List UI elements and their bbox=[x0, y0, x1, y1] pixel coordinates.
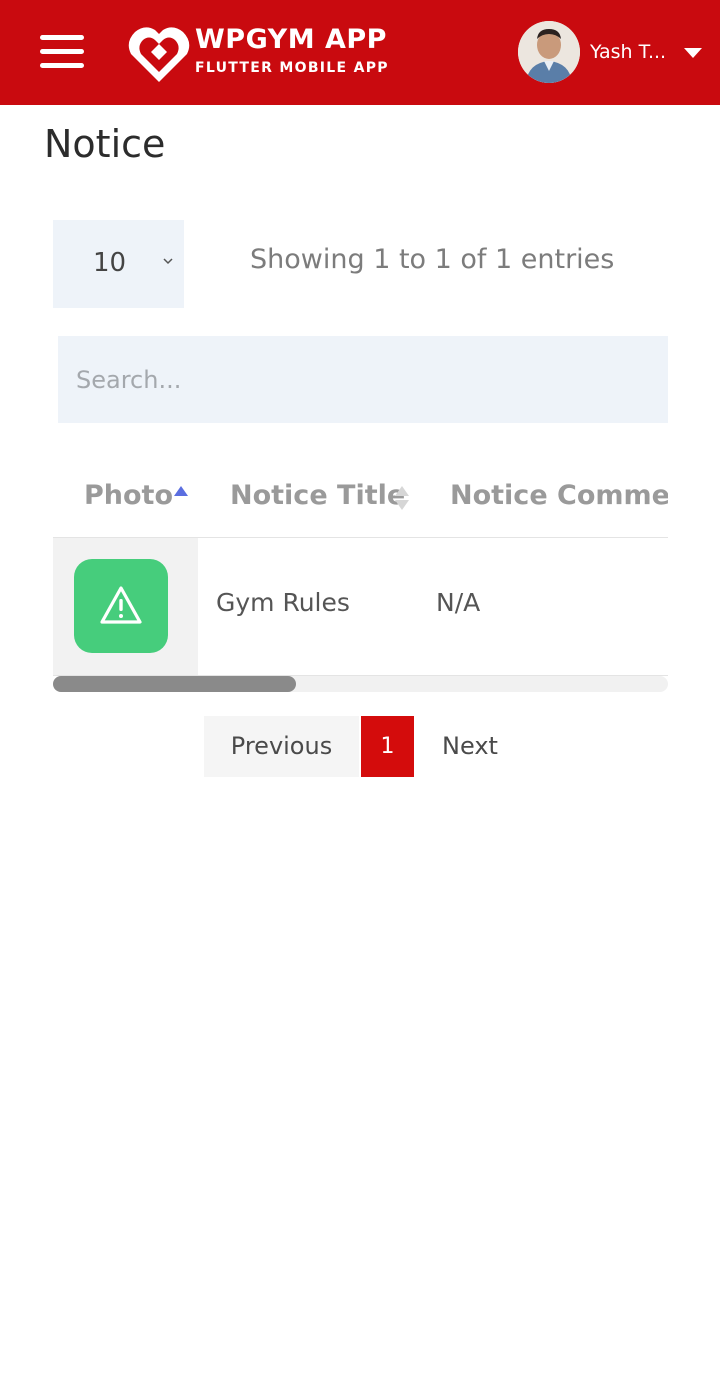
photo-cell bbox=[53, 538, 198, 675]
table-row[interactable]: Gym Rules N/A bbox=[53, 538, 668, 676]
next-button[interactable]: Next bbox=[420, 716, 520, 777]
column-header-notice-comment[interactable]: Notice Comme bbox=[450, 480, 668, 511]
entries-info: Showing 1 to 1 of 1 entries bbox=[250, 244, 615, 275]
caret-down-icon[interactable] bbox=[684, 48, 702, 58]
notice-photo bbox=[74, 559, 168, 653]
app-title: WPGYM APP bbox=[195, 24, 387, 55]
horizontal-scrollbar[interactable] bbox=[53, 676, 668, 692]
chevron-down-icon bbox=[163, 258, 173, 265]
search-input[interactable] bbox=[58, 336, 668, 423]
previous-button[interactable]: Previous bbox=[204, 716, 359, 777]
avatar[interactable] bbox=[518, 21, 580, 83]
page-length-value: 10 bbox=[93, 248, 127, 278]
notice-table: Photo Notice Title Notice Comme Gym Rule… bbox=[53, 458, 668, 693]
column-header-photo[interactable]: Photo bbox=[84, 480, 173, 511]
app-header: WPGYM APP FLUTTER MOBILE APP Yash T... bbox=[0, 0, 720, 105]
notice-comment-cell: N/A bbox=[436, 588, 481, 617]
heart-logo-icon bbox=[128, 27, 190, 82]
sort-both-icon[interactable] bbox=[395, 486, 409, 512]
user-avatar-icon bbox=[518, 21, 580, 83]
page-title: Notice bbox=[44, 122, 166, 166]
hamburger-menu-icon[interactable] bbox=[40, 35, 84, 69]
app-logo: WPGYM APP FLUTTER MOBILE APP bbox=[127, 22, 397, 84]
app-subtitle: FLUTTER MOBILE APP bbox=[195, 60, 389, 76]
user-menu[interactable]: Yash T... bbox=[518, 21, 708, 83]
page-1-button[interactable]: 1 bbox=[361, 716, 414, 777]
page-length-select[interactable]: 10 bbox=[53, 220, 184, 308]
warning-icon bbox=[100, 586, 142, 624]
sort-ascending-icon[interactable] bbox=[174, 486, 188, 496]
column-header-notice-title[interactable]: Notice Title bbox=[230, 480, 405, 511]
user-name: Yash T... bbox=[590, 41, 667, 63]
notice-title-cell: Gym Rules bbox=[216, 588, 350, 617]
scrollbar-thumb[interactable] bbox=[53, 676, 296, 692]
